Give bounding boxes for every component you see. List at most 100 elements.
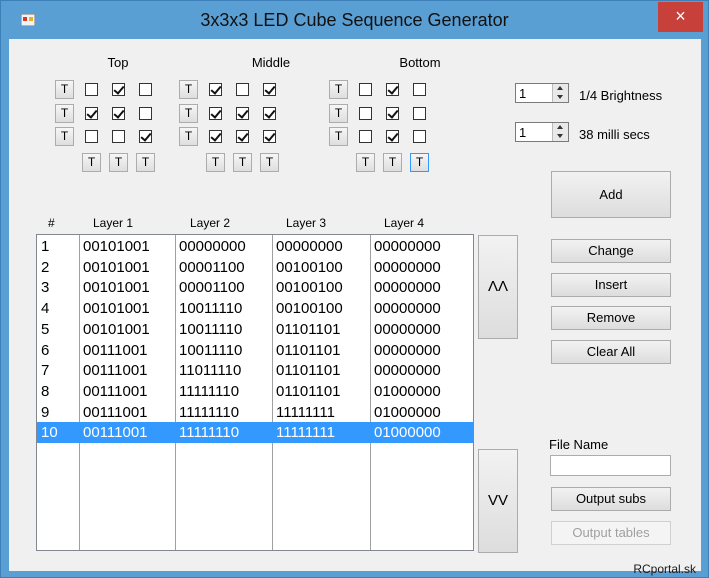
toggle-column-button[interactable]: T	[233, 153, 252, 172]
delay-down-arrow-icon[interactable]	[553, 132, 568, 141]
layer-value: 11011110	[179, 362, 242, 380]
move-up-button[interactable]: ΛΛ	[478, 235, 518, 339]
led-checkbox[interactable]	[209, 107, 222, 120]
layer-value: 00000000	[374, 362, 441, 380]
led-checkbox[interactable]	[85, 83, 98, 96]
toggle-row-button[interactable]: T	[329, 104, 348, 123]
led-checkbox[interactable]	[263, 107, 276, 120]
row-number: 4	[41, 300, 50, 318]
table-row[interactable]: 1 00101001 00000000 00000000 00000000	[37, 236, 473, 257]
sequence-list[interactable]: 1 00101001 00000000 00000000 00000000 2 001010…	[36, 234, 474, 551]
table-row[interactable]: 4 00101001 10011110 00100100 00000000	[37, 298, 473, 319]
layer-value: 00000000	[374, 258, 441, 276]
group-title-bottom: Bottom	[399, 55, 441, 70]
table-row[interactable]: 5 00101001 10011110 01101101 00000000	[37, 319, 473, 340]
led-checkbox[interactable]	[112, 130, 125, 143]
column-header-layer-2[interactable]: Layer 2	[190, 216, 230, 230]
brightness-value[interactable]: 1	[519, 86, 526, 101]
toggle-column-button[interactable]: T	[410, 153, 429, 172]
brightness-down-arrow-icon[interactable]	[553, 93, 568, 102]
led-checkbox[interactable]	[112, 107, 125, 120]
layer-value: 00111001	[83, 403, 148, 421]
column-header-layer-3[interactable]: Layer 3	[286, 216, 326, 230]
led-checkbox[interactable]	[359, 107, 372, 120]
column-header-number[interactable]: #	[48, 216, 55, 230]
brightness-spinner[interactable]: 1	[515, 83, 569, 103]
layer-value: 11111110	[179, 424, 240, 442]
toggle-row-button[interactable]: T	[179, 80, 198, 99]
toggle-row-button[interactable]: T	[55, 80, 74, 99]
column-header-layer-1[interactable]: Layer 1	[93, 216, 133, 230]
toggle-row-button[interactable]: T	[55, 104, 74, 123]
table-row[interactable]: 7 00111001 11011110 01101101 00000000	[37, 360, 473, 381]
led-checkbox[interactable]	[236, 107, 249, 120]
layer-value: 01101101	[276, 362, 341, 380]
toggle-row-button[interactable]: T	[55, 127, 74, 146]
table-row[interactable]: 8 00111001 11111110 01101101 01000000	[37, 381, 473, 402]
row-number: 9	[41, 403, 50, 421]
clear-all-button[interactable]: Clear All	[551, 340, 671, 364]
toggle-row-button[interactable]: T	[179, 127, 198, 146]
led-checkbox[interactable]	[209, 130, 222, 143]
column-header-layer-4[interactable]: Layer 4	[384, 216, 424, 230]
delay-spinner[interactable]: 1	[515, 122, 569, 142]
toggle-row-button[interactable]: T	[179, 104, 198, 123]
toggle-column-button[interactable]: T	[109, 153, 128, 172]
toggle-column-button[interactable]: T	[260, 153, 279, 172]
delay-value[interactable]: 1	[519, 125, 526, 140]
led-checkbox[interactable]	[85, 130, 98, 143]
toggle-column-button[interactable]: T	[82, 153, 101, 172]
led-checkbox[interactable]	[413, 83, 426, 96]
insert-button[interactable]: Insert	[551, 273, 671, 297]
layer-value: 01101101	[276, 320, 341, 338]
led-checkbox[interactable]	[263, 83, 276, 96]
led-checkbox[interactable]	[139, 130, 152, 143]
led-checkbox[interactable]	[236, 83, 249, 96]
led-checkbox[interactable]	[359, 130, 372, 143]
add-button[interactable]: Add	[551, 171, 671, 218]
led-checkbox[interactable]	[139, 83, 152, 96]
led-checkbox[interactable]	[236, 130, 249, 143]
table-row[interactable]: 10 00111001 11111110 11111111 01000000	[37, 422, 473, 444]
table-row[interactable]: 3 00101001 00001100 00100100 00000000	[37, 277, 473, 298]
output-subs-button[interactable]: Output subs	[551, 487, 671, 511]
remove-button[interactable]: Remove	[551, 306, 671, 330]
table-row[interactable]: 2 00101001 00001100 00100100 00000000	[37, 257, 473, 278]
close-button[interactable]: ×	[658, 2, 703, 32]
main-panel: Top T T T T T T Middle T T T T T T Bottom T T T T T T 1 1/4 …	[9, 39, 701, 571]
layer-value: 00001100	[179, 279, 245, 297]
group-title-top: Top	[107, 55, 129, 70]
toggle-column-button[interactable]: T	[136, 153, 155, 172]
move-down-button[interactable]: VV	[478, 449, 518, 553]
led-checkbox[interactable]	[413, 107, 426, 120]
layer-value: 01101101	[276, 382, 341, 400]
table-row[interactable]: 6 00111001 10011110 01101101 00000000	[37, 340, 473, 361]
title-bar[interactable]: 3x3x3 LED Cube Sequence Generator ×	[1, 1, 708, 39]
footer-credit: RCportal.sk	[633, 562, 696, 576]
led-checkbox[interactable]	[413, 130, 426, 143]
layer-value: 00000000	[276, 238, 343, 255]
led-checkbox[interactable]	[112, 83, 125, 96]
table-row[interactable]: 9 00111001 11111110 11111111 01000000	[37, 402, 473, 423]
led-checkbox[interactable]	[359, 83, 372, 96]
led-checkbox[interactable]	[386, 130, 399, 143]
led-checkbox[interactable]	[386, 83, 399, 96]
layer-value: 00000000	[374, 320, 441, 338]
layer-value: 01000000	[374, 403, 441, 421]
led-checkbox[interactable]	[85, 107, 98, 120]
file-name-input[interactable]	[550, 455, 671, 476]
layer-value: 00000000	[374, 341, 441, 359]
led-checkbox[interactable]	[139, 107, 152, 120]
change-button[interactable]: Change	[551, 239, 671, 263]
toggle-row-button[interactable]: T	[329, 127, 348, 146]
toggle-row-button[interactable]: T	[329, 80, 348, 99]
toggle-column-button[interactable]: T	[206, 153, 225, 172]
row-number: 1	[41, 238, 50, 255]
led-checkbox[interactable]	[386, 107, 399, 120]
row-number: 10	[41, 424, 58, 442]
toggle-column-button[interactable]: T	[383, 153, 402, 172]
toggle-column-button[interactable]: T	[356, 153, 375, 172]
layer-value: 00001100	[179, 258, 245, 276]
led-checkbox[interactable]	[263, 130, 276, 143]
led-checkbox[interactable]	[209, 83, 222, 96]
